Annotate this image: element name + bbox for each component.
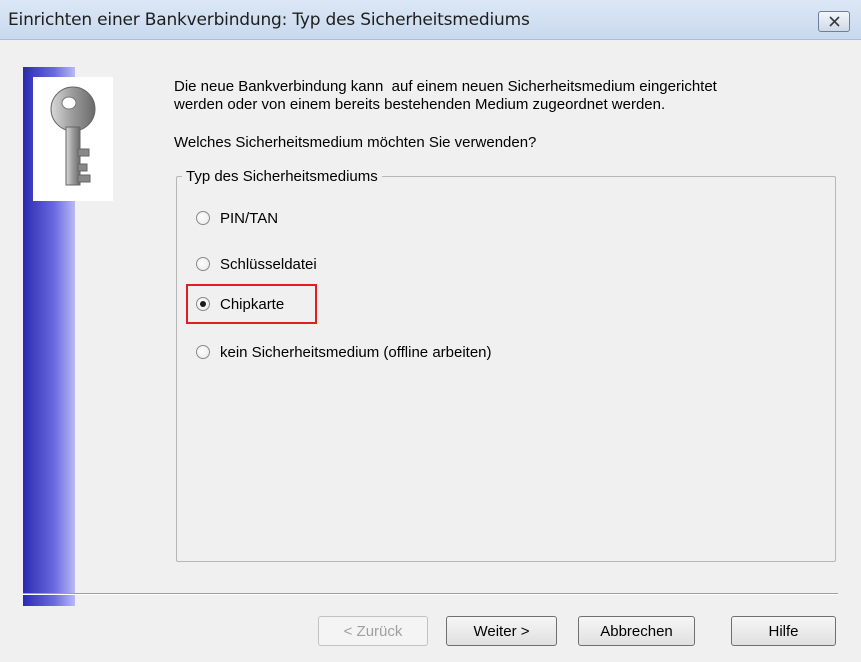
- close-icon: [828, 16, 840, 27]
- back-button[interactable]: < Zurück: [318, 616, 428, 646]
- window-title: Einrichten einer Bankverbindung: Typ des…: [8, 10, 530, 30]
- intro-line-2: werden oder von einem bereits bestehende…: [174, 96, 666, 113]
- key-icon: [50, 86, 96, 186]
- help-button[interactable]: Hilfe: [731, 616, 836, 646]
- option-chipkarte[interactable]: Chipkarte: [196, 294, 284, 314]
- option-schluesseldatei[interactable]: Schlüsseldatei: [196, 254, 317, 274]
- title-bar: Einrichten einer Bankverbindung: Typ des…: [0, 0, 861, 40]
- radio-button[interactable]: [196, 257, 210, 271]
- close-button[interactable]: [818, 11, 850, 32]
- groupbox-label: Typ des Sicherheitsmediums: [182, 168, 382, 185]
- question-text: Welches Sicherheitsmedium möchten Sie ve…: [174, 134, 537, 151]
- option-label: PIN/TAN: [220, 209, 279, 227]
- cancel-button[interactable]: Abbrechen: [578, 616, 695, 646]
- intro-line-1: Die neue Bankverbindung kann auf einem n…: [174, 78, 717, 95]
- option-label: kein Sicherheitsmedium (offline arbeiten…: [220, 343, 492, 361]
- security-medium-groupbox: [176, 176, 836, 562]
- intro-text: Die neue Bankverbindung kann auf einem n…: [174, 78, 834, 114]
- option-label: Chipkarte: [220, 295, 285, 313]
- separator-line: [23, 593, 838, 595]
- radio-button[interactable]: [196, 211, 210, 225]
- key-image-panel: [33, 77, 113, 201]
- next-button[interactable]: Weiter >: [446, 616, 557, 646]
- radio-button-selected[interactable]: [196, 297, 210, 311]
- option-pin-tan[interactable]: PIN/TAN: [196, 208, 278, 228]
- option-offline[interactable]: kein Sicherheitsmedium (offline arbeiten…: [196, 342, 492, 362]
- dialog-body: Die neue Bankverbindung kann auf einem n…: [0, 40, 861, 662]
- radio-button[interactable]: [196, 345, 210, 359]
- option-label: Schlüsseldatei: [220, 255, 317, 273]
